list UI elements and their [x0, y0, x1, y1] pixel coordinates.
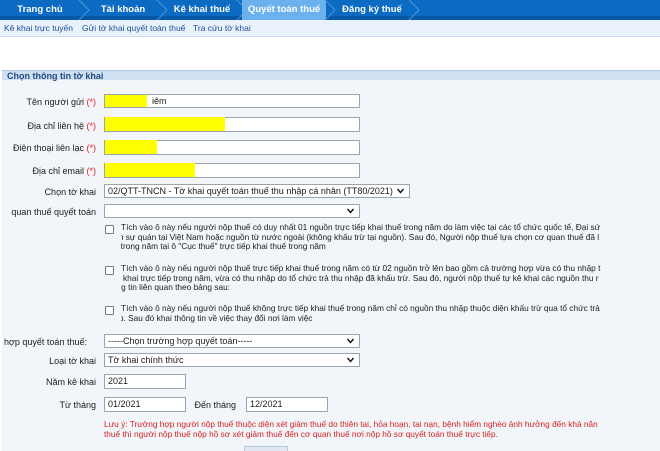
declaration-type-label: Loại tờ khai	[49, 356, 96, 366]
year-label: Năm kê khai	[45, 377, 96, 387]
form-select-label: Chọn tờ khai	[44, 187, 96, 197]
option-single-source-text: Tích vào ô này nếu người nộp thuế có duy…	[121, 223, 601, 252]
chevron-down-icon	[397, 188, 404, 194]
declaration-type-select[interactable]: Tờ khai chính thức	[104, 353, 360, 367]
option-multiple-sources-checkbox[interactable]	[105, 266, 114, 275]
redaction-mark	[105, 140, 157, 154]
chevron-down-icon	[347, 338, 354, 344]
sub-navigation: Kê khai trực tuyến Gửi tờ khai quyết toá…	[0, 20, 660, 37]
to-month-label: Đến tháng	[194, 400, 236, 410]
tax-office-select[interactable]	[104, 204, 360, 218]
email-label: Địa chỉ email (*)	[32, 166, 96, 176]
form-type-select[interactable]: 02/QTT-TNCN - Tờ khai quyết toán thuế th…	[104, 184, 410, 198]
to-month-input[interactable]: 12/2021	[246, 397, 328, 412]
subnav-lookup-declaration[interactable]: Tra cứu tờ khai	[193, 23, 251, 33]
from-month-input[interactable]: 01/2021	[104, 397, 186, 412]
option-withheld-only-text: Tích vào ô này nếu người nộp thuế không …	[121, 304, 600, 323]
tab-separator	[408, 0, 420, 20]
from-month-label: Từ tháng	[59, 400, 96, 410]
option-withheld-only-checkbox[interactable]	[105, 306, 114, 315]
redaction-mark	[105, 163, 195, 177]
year-input[interactable]: 2021	[104, 374, 186, 389]
subnav-online-declaration[interactable]: Kê khai trực tuyến	[4, 23, 73, 33]
warning-note: Lưu ý: Trường hợp người nộp thuế thuộc d…	[104, 419, 598, 439]
chevron-down-icon	[347, 357, 354, 363]
redaction-mark	[105, 117, 225, 131]
tab-home[interactable]: Trang chủ	[0, 0, 80, 20]
phone-label: Điện thoại liên lạc (*)	[12, 143, 96, 153]
sender-name-label: Tên người gửi (*)	[26, 97, 97, 107]
tax-office-label: quan thuế quyết toán	[11, 207, 96, 217]
subnav-submit-finalization[interactable]: Gửi tờ khai quyết toán thuế	[82, 23, 185, 33]
tab-tax-registration[interactable]: Đăng ký thuế	[334, 0, 410, 20]
section-title: Chọn thông tin tờ khai	[2, 70, 660, 81]
redaction-mark	[105, 95, 147, 107]
option-single-source-checkbox[interactable]	[105, 225, 114, 234]
tab-tax-finalization[interactable]: Quyết toán thuế	[242, 0, 326, 20]
tab-account[interactable]: Tài khoản	[88, 0, 158, 20]
option-multiple-sources-text: Tích vào ô này nếu người nộp thuế trực t…	[121, 264, 601, 293]
finalization-case-select[interactable]: -----Chọn trường hợp quyết toán-----	[104, 334, 360, 348]
case-select-label: hợp quyết toán thuế:	[4, 337, 87, 347]
address-label: Địa chỉ liên hệ (*)	[27, 121, 96, 131]
submit-button[interactable]	[244, 446, 288, 451]
chevron-down-icon	[347, 208, 354, 214]
tab-tax-declaration[interactable]: Kê khai thuế	[166, 0, 238, 20]
